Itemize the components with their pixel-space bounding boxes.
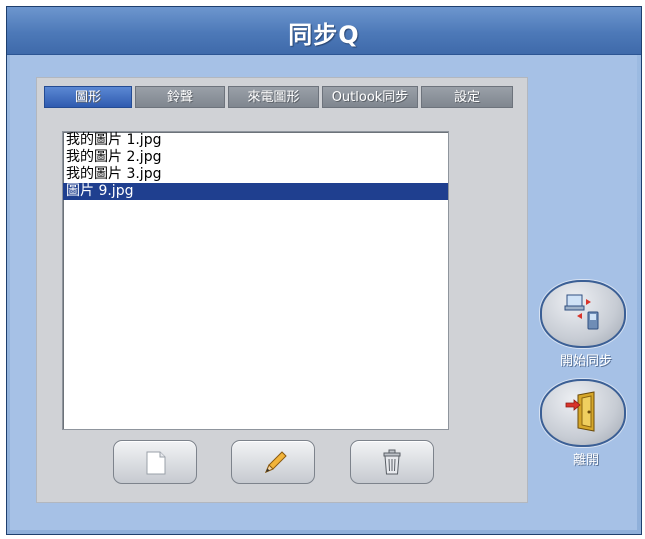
file-list[interactable]: 我的圖片 1.jpg 我的圖片 2.jpg 我的圖片 3.jpg 圖片 9.jp… [62, 131, 449, 430]
trash-icon [383, 449, 401, 475]
start-sync-button[interactable] [540, 280, 626, 348]
delete-button[interactable] [350, 440, 434, 484]
tab-graphics[interactable]: 圖形 [44, 86, 132, 108]
tab-settings[interactable]: 設定 [421, 86, 513, 108]
list-item[interactable]: 我的圖片 1.jpg [63, 132, 448, 149]
list-item[interactable]: 我的圖片 2.jpg [63, 149, 448, 166]
tab-ringtones[interactable]: 鈴聲 [135, 86, 225, 108]
list-item[interactable]: 我的圖片 3.jpg [63, 166, 448, 183]
list-item-selected[interactable]: 圖片 9.jpg [63, 183, 448, 200]
tab-bar: 圖形 鈴聲 來電圖形 Outlook同步 設定 [44, 86, 520, 108]
tab-outlook-sync[interactable]: Outlook同步 [322, 86, 418, 108]
pencil-icon [265, 451, 287, 473]
tab-caller-graphics[interactable]: 來電圖形 [228, 86, 319, 108]
exit-label: 離開 [572, 453, 599, 468]
new-button[interactable] [113, 440, 197, 484]
start-sync-label: 開始同步 [559, 354, 612, 369]
exit-button[interactable] [540, 379, 626, 447]
sync-devices-icon [564, 294, 599, 330]
window-title: 同步Q [288, 21, 360, 49]
new-file-icon [146, 451, 166, 475]
edit-button[interactable] [231, 440, 315, 484]
title-bar: 同步Q [7, 7, 641, 55]
exit-door-icon [565, 391, 595, 432]
